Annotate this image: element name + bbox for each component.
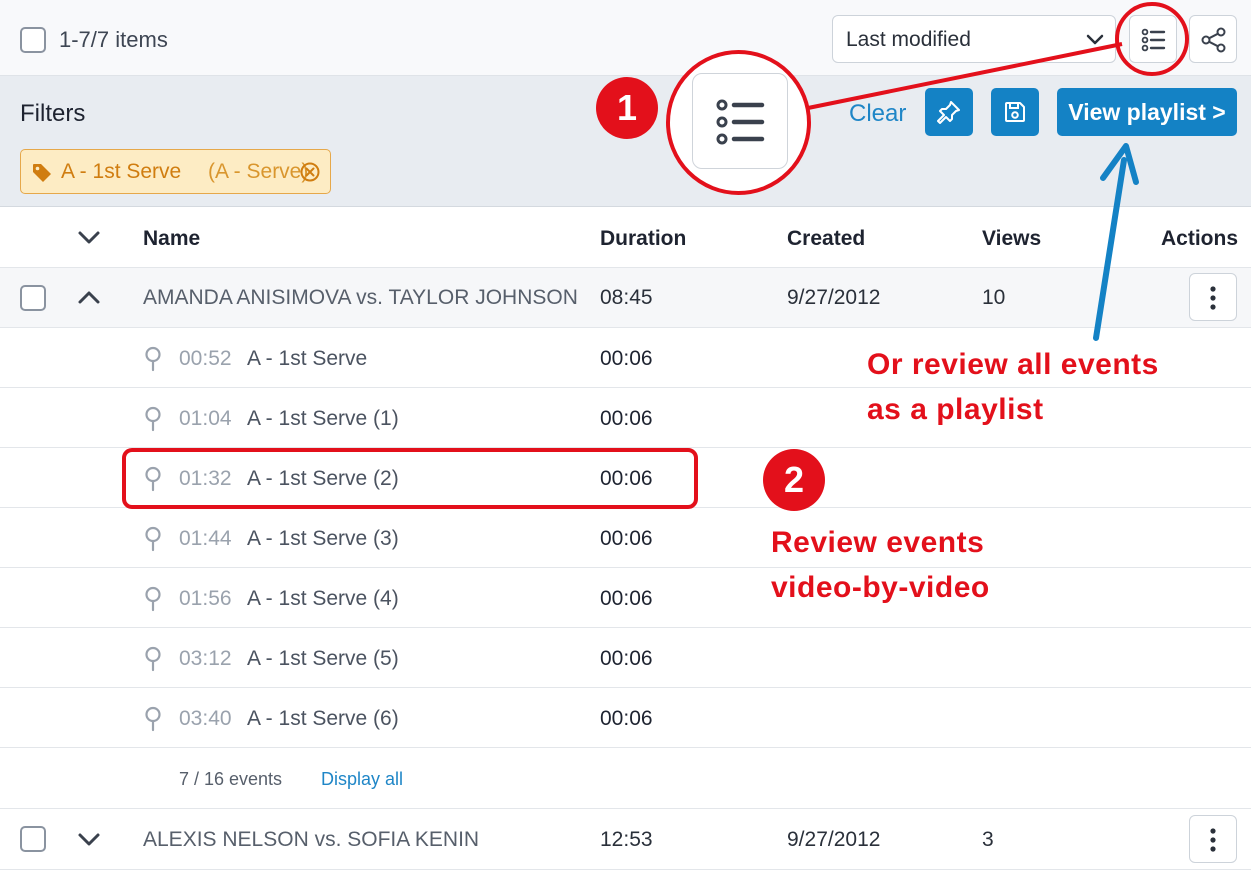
- annotation-playlist-line1: Or review all events: [867, 348, 1159, 381]
- list-icon: [715, 96, 767, 148]
- step-badge-1: 1: [596, 77, 658, 139]
- annotation-video: Review events video-by-video: [771, 520, 990, 610]
- annotation-playlist-line2: as a playlist: [867, 393, 1044, 426]
- annotation-playlist: Or review all events as a playlist: [867, 342, 1159, 432]
- step-badge-2: 2: [763, 449, 825, 511]
- annotation-video-line2: video-by-video: [771, 571, 990, 604]
- highlight-circle-list-button: [1115, 2, 1189, 76]
- highlight-box-event-row: [122, 448, 698, 509]
- annotation-video-line1: Review events: [771, 526, 985, 559]
- callout-line: [807, 42, 1123, 110]
- arrow-shaft: [1093, 157, 1127, 341]
- zoomed-list-button: [692, 73, 788, 169]
